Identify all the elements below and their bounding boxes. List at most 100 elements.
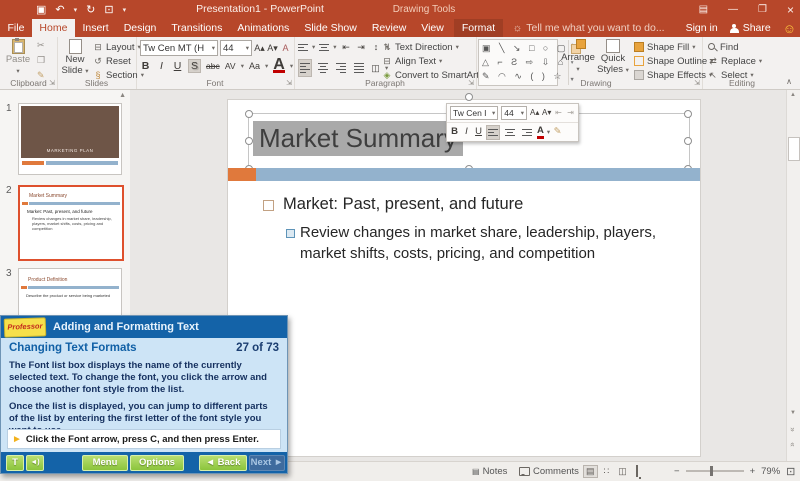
- mini-grow-font-button[interactable]: A▴: [530, 107, 539, 119]
- slide-title-text[interactable]: Market Summary: [253, 121, 463, 156]
- slideshow-view-icon[interactable]: [633, 465, 641, 477]
- tab-slide-show[interactable]: Slide Show: [297, 19, 365, 37]
- mini-align-center-button[interactable]: [503, 125, 517, 140]
- rotate-handle[interactable]: [465, 93, 473, 101]
- scroll-down-icon[interactable]: ▼: [790, 410, 796, 416]
- quick-styles-button[interactable]: QuickStyles ▾: [597, 39, 629, 76]
- tab-animations[interactable]: Animations: [230, 19, 297, 37]
- shapes-row[interactable]: △ ⌐ Ƨ ⇨ ⇩ ⌂: [482, 55, 568, 69]
- tutor-next-button[interactable]: Next ►: [249, 455, 285, 471]
- drawing-dialog-launcher-icon[interactable]: ⇲: [694, 79, 700, 87]
- new-slide-button[interactable]: NewSlide ▾: [60, 39, 90, 77]
- mini-font-color-button[interactable]: A: [537, 126, 544, 139]
- share-button[interactable]: Share: [730, 22, 771, 34]
- increase-indent-icon[interactable]: ⇥: [356, 40, 367, 54]
- zoom-level[interactable]: 79%: [761, 466, 780, 477]
- clipboard-dialog-launcher-icon[interactable]: ⇲: [49, 79, 55, 87]
- font-color-button[interactable]: A: [273, 60, 285, 73]
- line-spacing-icon[interactable]: ↕: [371, 40, 382, 54]
- save-icon[interactable]: ▣: [36, 3, 46, 16]
- font-size-combo[interactable]: 44▾: [220, 40, 252, 56]
- character-spacing-button[interactable]: AV: [225, 59, 236, 73]
- tutor-back-button[interactable]: ◄ Back: [199, 455, 247, 471]
- slide-editing-surface[interactable]: Market Summary Market: Past, present, an…: [228, 100, 700, 456]
- shrink-font-button[interactable]: A▾: [267, 41, 278, 55]
- next-slide-icon[interactable]: »: [788, 442, 797, 446]
- align-left-button[interactable]: [298, 59, 312, 77]
- reading-view-icon[interactable]: ◫: [615, 465, 630, 478]
- tab-review[interactable]: Review: [364, 19, 413, 37]
- feedback-smiley-icon[interactable]: ☺: [783, 21, 796, 36]
- clear-formatting-button[interactable]: A: [280, 41, 291, 55]
- minimize-icon[interactable]: —: [728, 4, 738, 15]
- customize-qat-icon[interactable]: ▾: [123, 6, 127, 14]
- mini-align-right-button[interactable]: [520, 125, 534, 140]
- mini-underline-button[interactable]: U: [474, 126, 483, 138]
- slide-bullet-1[interactable]: Market: Past, present, and future: [283, 195, 523, 214]
- zoom-slider-thumb[interactable]: [710, 466, 713, 476]
- decrease-indent-icon[interactable]: ⇤: [341, 40, 352, 54]
- align-center-button[interactable]: [316, 59, 330, 77]
- ribbon-display-options-icon[interactable]: ▤: [699, 4, 708, 15]
- tutor-text-toggle-button[interactable]: T: [6, 455, 24, 471]
- previous-slide-icon[interactable]: «: [788, 427, 797, 431]
- grow-font-button[interactable]: A▴: [254, 41, 265, 55]
- columns-icon[interactable]: ◫: [370, 61, 381, 75]
- zoom-out-icon[interactable]: −: [674, 466, 680, 477]
- mini-decrease-indent-icon[interactable]: ⇤: [554, 107, 563, 119]
- mini-font-size-combo[interactable]: 44▾: [501, 106, 527, 120]
- tab-insert[interactable]: Insert: [75, 19, 116, 37]
- bullets-icon[interactable]: [298, 42, 308, 53]
- paragraph-dialog-launcher-icon[interactable]: ⇲: [468, 79, 474, 87]
- selection-handle[interactable]: [684, 110, 692, 118]
- shapes-row[interactable]: ▣ ╲ ↘ □ ○ ▢: [482, 41, 568, 55]
- mini-format-painter-icon[interactable]: ✎: [553, 126, 562, 138]
- zoom-in-icon[interactable]: +: [750, 466, 756, 477]
- slide-sorter-view-icon[interactable]: ∷: [601, 465, 613, 478]
- text-direction-button[interactable]: ⇅Text Direction▾: [382, 40, 485, 54]
- mini-font-name-combo[interactable]: Tw Cen I▾: [450, 106, 498, 120]
- sign-in-link[interactable]: Sign in: [686, 22, 718, 34]
- replace-button[interactable]: ⇄Replace▾: [708, 54, 762, 68]
- slide-thumbnail-2[interactable]: Market Summary Market: Past, present, an…: [18, 185, 124, 261]
- tab-design[interactable]: Design: [116, 19, 164, 37]
- tutor-options-button[interactable]: Options: [130, 455, 184, 471]
- restore-icon[interactable]: ❐: [758, 4, 767, 15]
- align-right-button[interactable]: [334, 59, 348, 77]
- mini-italic-button[interactable]: I: [462, 126, 471, 138]
- tutor-menu-button[interactable]: Menu: [82, 455, 128, 471]
- copy-icon[interactable]: ❐: [37, 55, 45, 66]
- slide-thumbnail-1[interactable]: MARKETING PLAN: [18, 103, 122, 175]
- close-icon[interactable]: ×: [787, 3, 794, 17]
- tab-format[interactable]: Format: [454, 19, 502, 37]
- strikethrough-button[interactable]: abc: [206, 59, 220, 73]
- selection-handle[interactable]: [245, 137, 253, 145]
- comments-button[interactable]: Comments: [519, 462, 579, 480]
- redo-icon[interactable]: ↻: [86, 3, 95, 16]
- text-shadow-button[interactable]: S: [188, 59, 201, 73]
- italic-button[interactable]: I: [156, 59, 167, 73]
- numbering-icon[interactable]: [319, 42, 329, 53]
- undo-icon[interactable]: ↶: [55, 3, 64, 16]
- undo-dropdown-icon[interactable]: ▾: [74, 6, 78, 14]
- mini-bold-button[interactable]: B: [450, 126, 459, 138]
- slide-bullet-2[interactable]: Review changes in market share, leadersh…: [300, 222, 700, 264]
- scroll-up-icon[interactable]: ▲: [790, 92, 796, 98]
- justify-button[interactable]: [352, 59, 366, 77]
- selection-handle[interactable]: [245, 110, 253, 118]
- zoom-slider[interactable]: [686, 470, 744, 472]
- change-case-button[interactable]: Aa: [249, 59, 260, 73]
- selection-handle[interactable]: [684, 137, 692, 145]
- fit-slide-to-window-icon[interactable]: ⊡: [786, 465, 795, 478]
- thumb-scroll-up-icon[interactable]: ▲: [119, 92, 126, 99]
- tell-me-box[interactable]: ☼ Tell me what you want to do...: [513, 19, 665, 37]
- font-name-combo[interactable]: Tw Cen MT (H▾: [140, 40, 218, 56]
- tab-view[interactable]: View: [414, 19, 452, 37]
- tab-transitions[interactable]: Transitions: [164, 19, 230, 37]
- notes-button[interactable]: ▤ Notes: [472, 462, 507, 480]
- find-button[interactable]: Find: [708, 40, 762, 54]
- mini-increase-indent-icon[interactable]: ⇥: [566, 107, 575, 119]
- font-dialog-launcher-icon[interactable]: ⇲: [286, 79, 292, 87]
- tab-home[interactable]: Home: [32, 19, 75, 37]
- align-text-button[interactable]: ⊟Align Text▾: [382, 54, 485, 68]
